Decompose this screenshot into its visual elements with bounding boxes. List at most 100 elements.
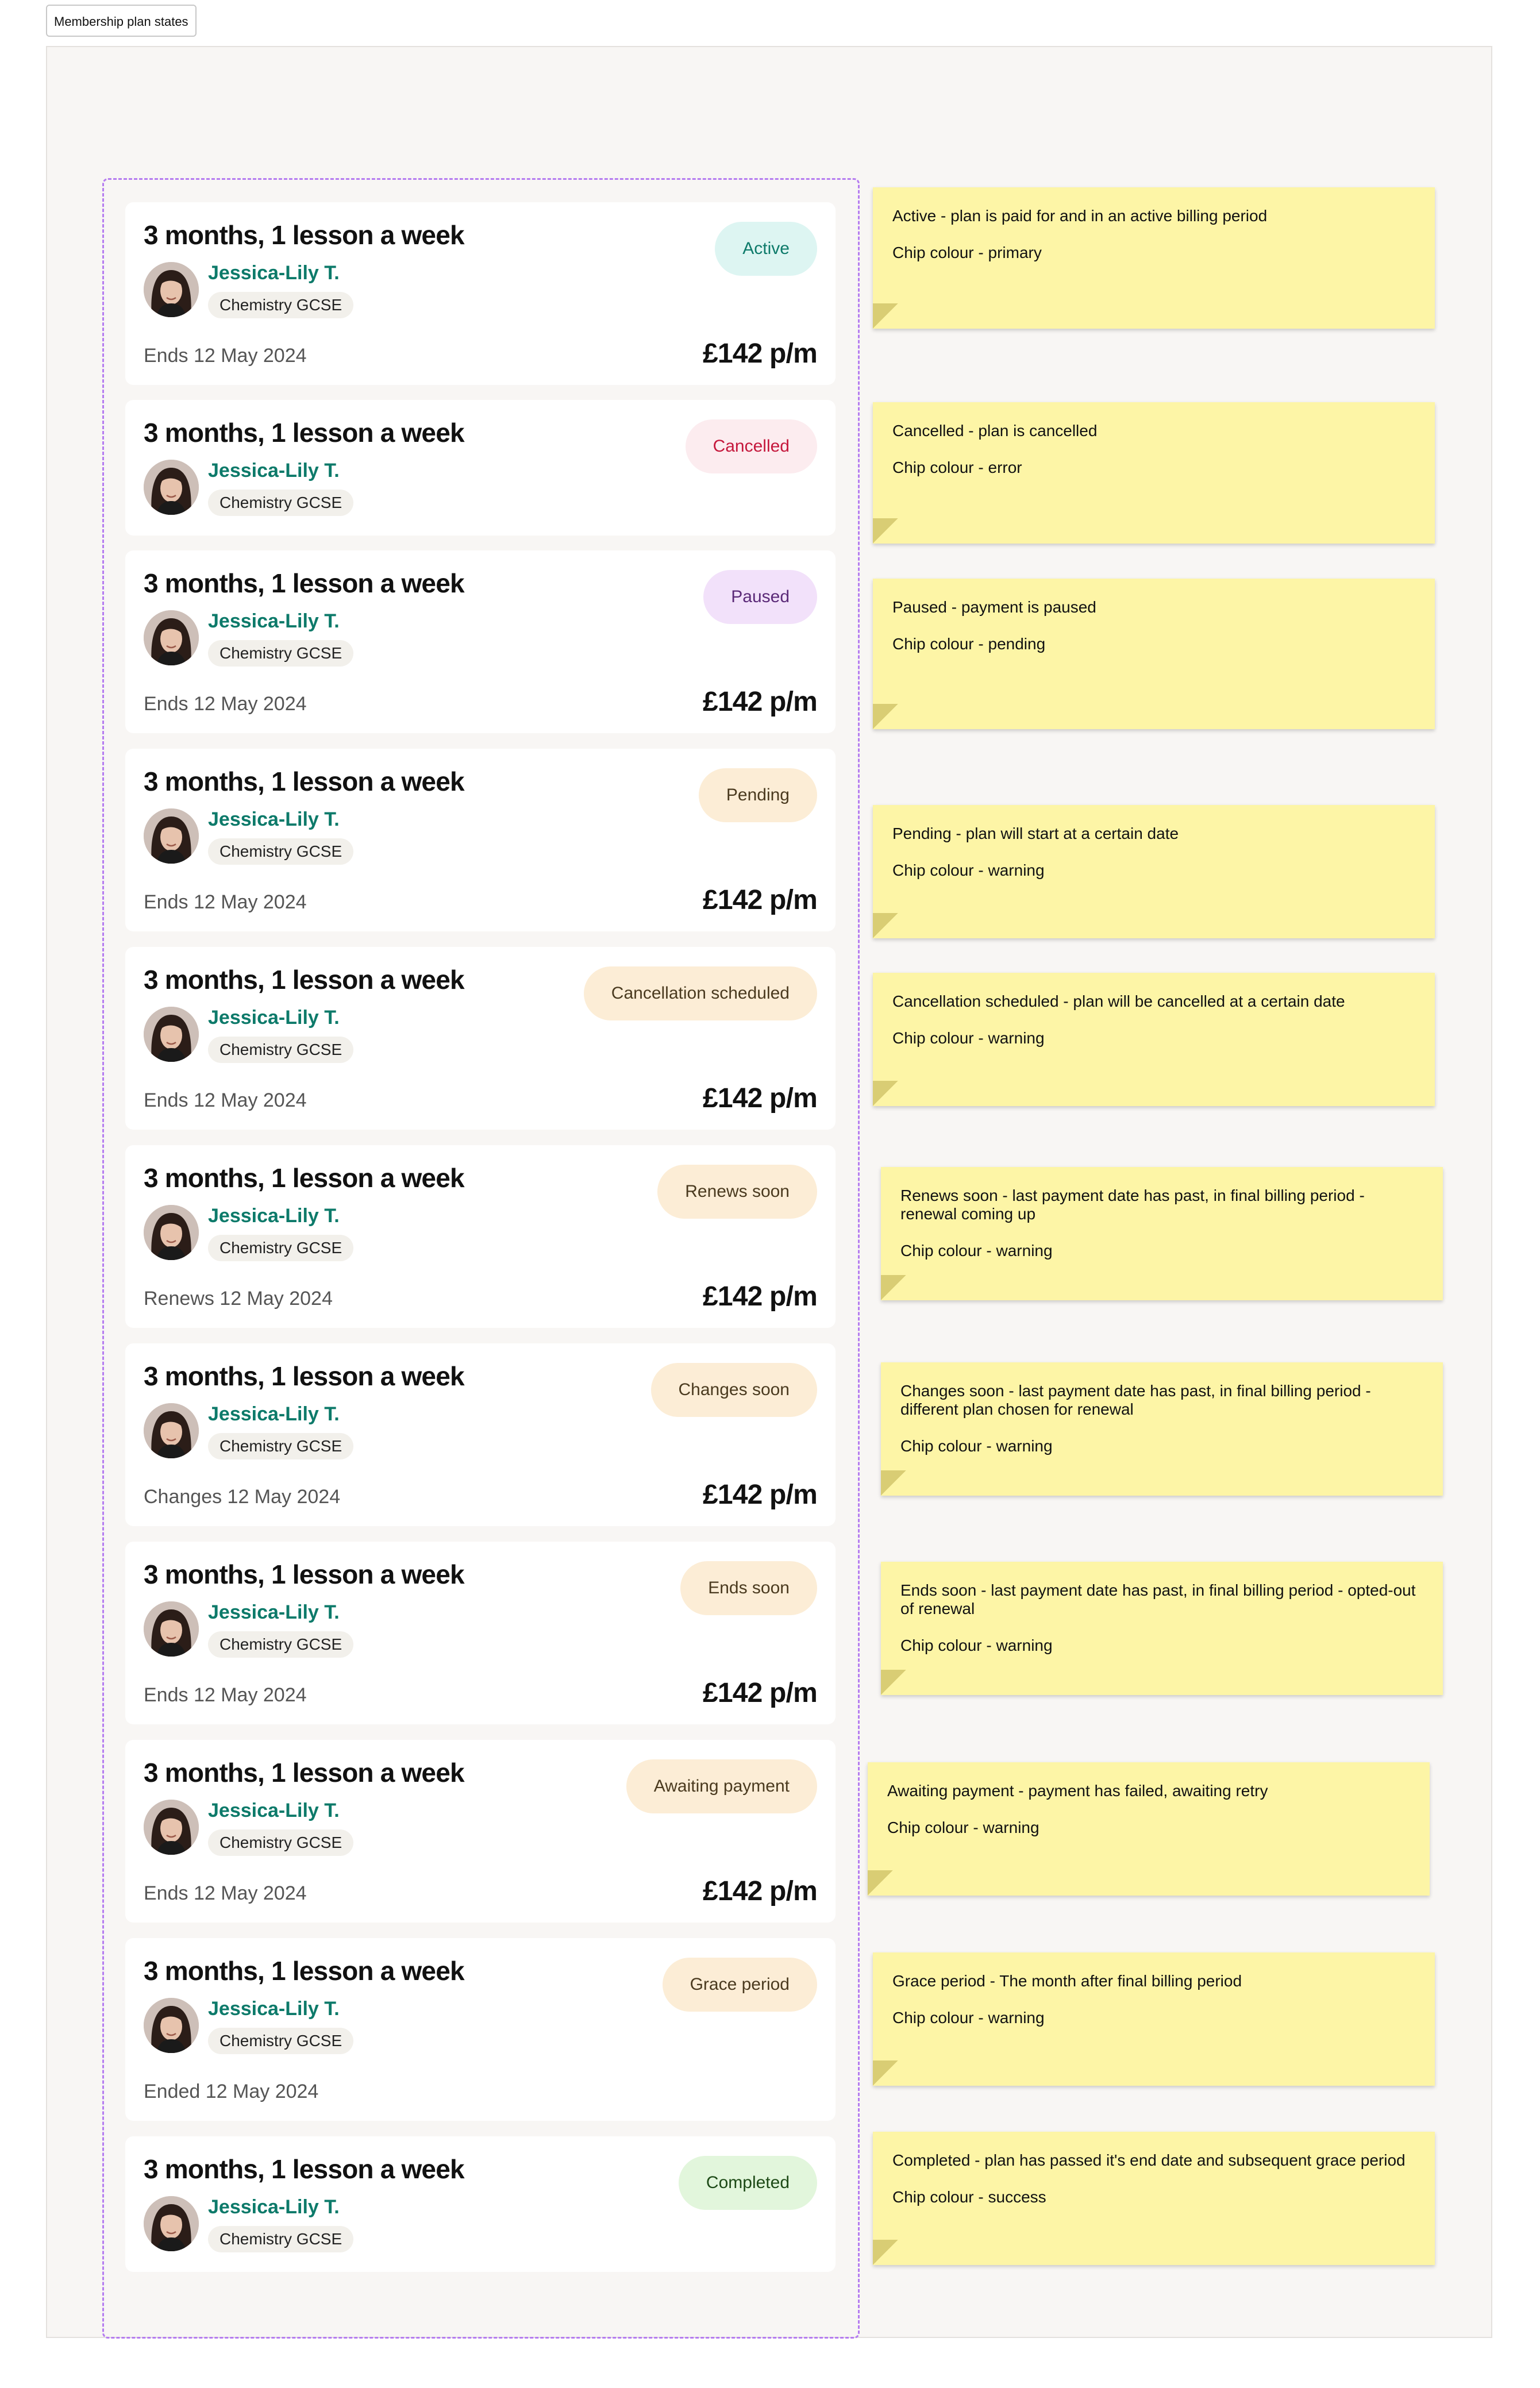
status-chip: Changes soon (650, 1363, 817, 1417)
note-fold-corner (881, 1670, 906, 1695)
subject-chip: Chemistry GCSE (208, 838, 354, 865)
status-chip: Cancellation scheduled (583, 966, 817, 1020)
tutor-name[interactable]: Jessica-Lily T. (208, 610, 340, 633)
sticky-note[interactable]: Renews soon - last payment date has past… (881, 1167, 1443, 1300)
subject-chip: Chemistry GCSE (208, 1829, 354, 1856)
tutor-name[interactable]: Jessica-Lily T. (208, 262, 340, 284)
plan-title: 3 months, 1 lesson a week (144, 767, 465, 796)
note-description: Awaiting payment - payment has failed, a… (887, 1782, 1268, 1800)
subject-chip: Chemistry GCSE (208, 1235, 354, 1261)
note-description: Cancelled - plan is cancelled (892, 422, 1098, 440)
plan-card[interactable]: 3 months, 1 lesson a week Jessica-Lily T.… (125, 947, 836, 1130)
note-chip-colour: Chip colour - warning (900, 1636, 1053, 1654)
tutor-avatar (144, 2196, 199, 2251)
status-chip: Ends soon (680, 1561, 817, 1615)
tutor-name[interactable]: Jessica-Lily T. (208, 1205, 340, 1227)
note-chip-colour: Chip colour - primary (892, 244, 1042, 261)
plan-title: 3 months, 1 lesson a week (144, 1361, 465, 1391)
plan-card[interactable]: 3 months, 1 lesson a week Jessica-Lily T.… (125, 2136, 836, 2272)
status-chip: Grace period (662, 1958, 817, 2012)
sticky-note[interactable]: Ends soon - last payment date has past, … (881, 1562, 1443, 1695)
note-chip-colour: Chip colour - warning (900, 1242, 1053, 1260)
note-fold-corner (873, 2060, 898, 2086)
plan-end-date: Changes 12 May 2024 (144, 1486, 341, 1508)
tutor-name[interactable]: Jessica-Lily T. (208, 1601, 340, 1624)
tutor-name[interactable]: Jessica-Lily T. (208, 1007, 340, 1029)
sticky-note[interactable]: Active - plan is paid for and in an acti… (873, 187, 1435, 329)
tutor-avatar (144, 1007, 199, 1062)
tutor-name[interactable]: Jessica-Lily T. (208, 1403, 340, 1426)
plan-title: 3 months, 1 lesson a week (144, 568, 465, 598)
subject-chip: Chemistry GCSE (208, 490, 354, 516)
tutor-avatar (144, 610, 199, 665)
sticky-note[interactable]: Completed - plan has passed it's end dat… (873, 2132, 1435, 2265)
plan-card[interactable]: 3 months, 1 lesson a week Jessica-Lily T.… (125, 1740, 836, 1923)
note-fold-corner (873, 704, 898, 729)
plan-end-date: Ends 12 May 2024 (144, 1684, 307, 1706)
subject-chip: Chemistry GCSE (208, 2028, 354, 2054)
note-fold-corner (873, 2240, 898, 2265)
plan-end-date: Ends 12 May 2024 (144, 693, 307, 715)
subject-chip: Chemistry GCSE (208, 1037, 354, 1063)
plan-title: 3 months, 1 lesson a week (144, 1758, 465, 1788)
plan-card[interactable]: 3 months, 1 lesson a week Jessica-Lily T.… (125, 202, 836, 385)
tutor-avatar (144, 262, 199, 317)
plan-title: 3 months, 1 lesson a week (144, 220, 465, 250)
note-description: Ends soon - last payment date has past, … (900, 1581, 1416, 1617)
note-description: Completed - plan has passed it's end dat… (892, 2151, 1406, 2169)
sticky-note[interactable]: Grace period - The month after final bil… (873, 1952, 1435, 2086)
note-fold-corner (881, 1275, 906, 1300)
plan-end-date: Ended 12 May 2024 (144, 2081, 319, 2102)
note-fold-corner (873, 1081, 898, 1106)
status-chip: Active (715, 222, 817, 276)
tutor-name[interactable]: Jessica-Lily T. (208, 460, 340, 482)
note-chip-colour: Chip colour - warning (892, 861, 1045, 879)
note-description: Pending - plan will start at a certain d… (892, 825, 1179, 842)
tutor-avatar (144, 1800, 199, 1855)
note-chip-colour: Chip colour - error (892, 459, 1022, 476)
plan-card[interactable]: 3 months, 1 lesson a week Jessica-Lily T.… (125, 1938, 836, 2121)
plan-price: £142 p/m (702, 1678, 818, 1708)
plan-title: 3 months, 1 lesson a week (144, 965, 465, 995)
note-chip-colour: Chip colour - warning (887, 1819, 1040, 1836)
note-chip-colour: Chip colour - warning (900, 1437, 1053, 1455)
plan-title: 3 months, 1 lesson a week (144, 2154, 465, 2184)
tutor-avatar (144, 808, 199, 864)
status-chip: Renews soon (657, 1165, 817, 1219)
tutor-name[interactable]: Jessica-Lily T. (208, 2196, 340, 2218)
sticky-note[interactable]: Cancellation scheduled - plan will be ca… (873, 973, 1435, 1106)
sticky-note[interactable]: Pending - plan will start at a certain d… (873, 805, 1435, 938)
note-fold-corner (873, 303, 898, 329)
note-description: Changes soon - last payment date has pas… (900, 1382, 1371, 1418)
note-fold-corner (873, 913, 898, 938)
plan-card[interactable]: 3 months, 1 lesson a week Jessica-Lily T.… (125, 400, 836, 536)
tutor-name[interactable]: Jessica-Lily T. (208, 808, 340, 831)
note-chip-colour: Chip colour - warning (892, 1029, 1045, 1047)
plan-card[interactable]: 3 months, 1 lesson a week Jessica-Lily T.… (125, 1542, 836, 1724)
sticky-note[interactable]: Cancelled - plan is cancelled Chip colour… (873, 402, 1435, 544)
note-description: Renews soon - last payment date has past… (900, 1187, 1365, 1223)
note-description: Cancellation scheduled - plan will be ca… (892, 992, 1345, 1010)
tutor-avatar (144, 1205, 199, 1260)
tutor-avatar (144, 1403, 199, 1458)
plan-price: £142 p/m (702, 338, 818, 369)
plan-card[interactable]: 3 months, 1 lesson a week Jessica-Lily T.… (125, 749, 836, 931)
note-chip-colour: Chip colour - pending (892, 635, 1046, 653)
plan-title: 3 months, 1 lesson a week (144, 1559, 465, 1589)
plan-card[interactable]: 3 months, 1 lesson a week Jessica-Lily T.… (125, 550, 836, 733)
frame-label[interactable]: Membership plan states (46, 5, 197, 37)
tutor-name[interactable]: Jessica-Lily T. (208, 1800, 340, 1822)
note-fold-corner (873, 518, 898, 544)
plan-card[interactable]: 3 months, 1 lesson a week Jessica-Lily T.… (125, 1343, 836, 1526)
tutor-avatar (144, 1601, 199, 1657)
plan-card[interactable]: 3 months, 1 lesson a week Jessica-Lily T.… (125, 1145, 836, 1328)
plan-end-date: Ends 12 May 2024 (144, 345, 307, 367)
subject-chip: Chemistry GCSE (208, 292, 354, 318)
sticky-note[interactable]: Changes soon - last payment date has pas… (881, 1362, 1443, 1496)
sticky-note[interactable]: Paused - payment is paused Chip colour - … (873, 579, 1435, 729)
tutor-name[interactable]: Jessica-Lily T. (208, 1998, 340, 2020)
subject-chip: Chemistry GCSE (208, 1433, 354, 1459)
status-chip: Cancelled (685, 419, 817, 473)
plan-end-date: Ends 12 May 2024 (144, 891, 307, 913)
sticky-note[interactable]: Awaiting payment - payment has failed, a… (868, 1762, 1430, 1896)
